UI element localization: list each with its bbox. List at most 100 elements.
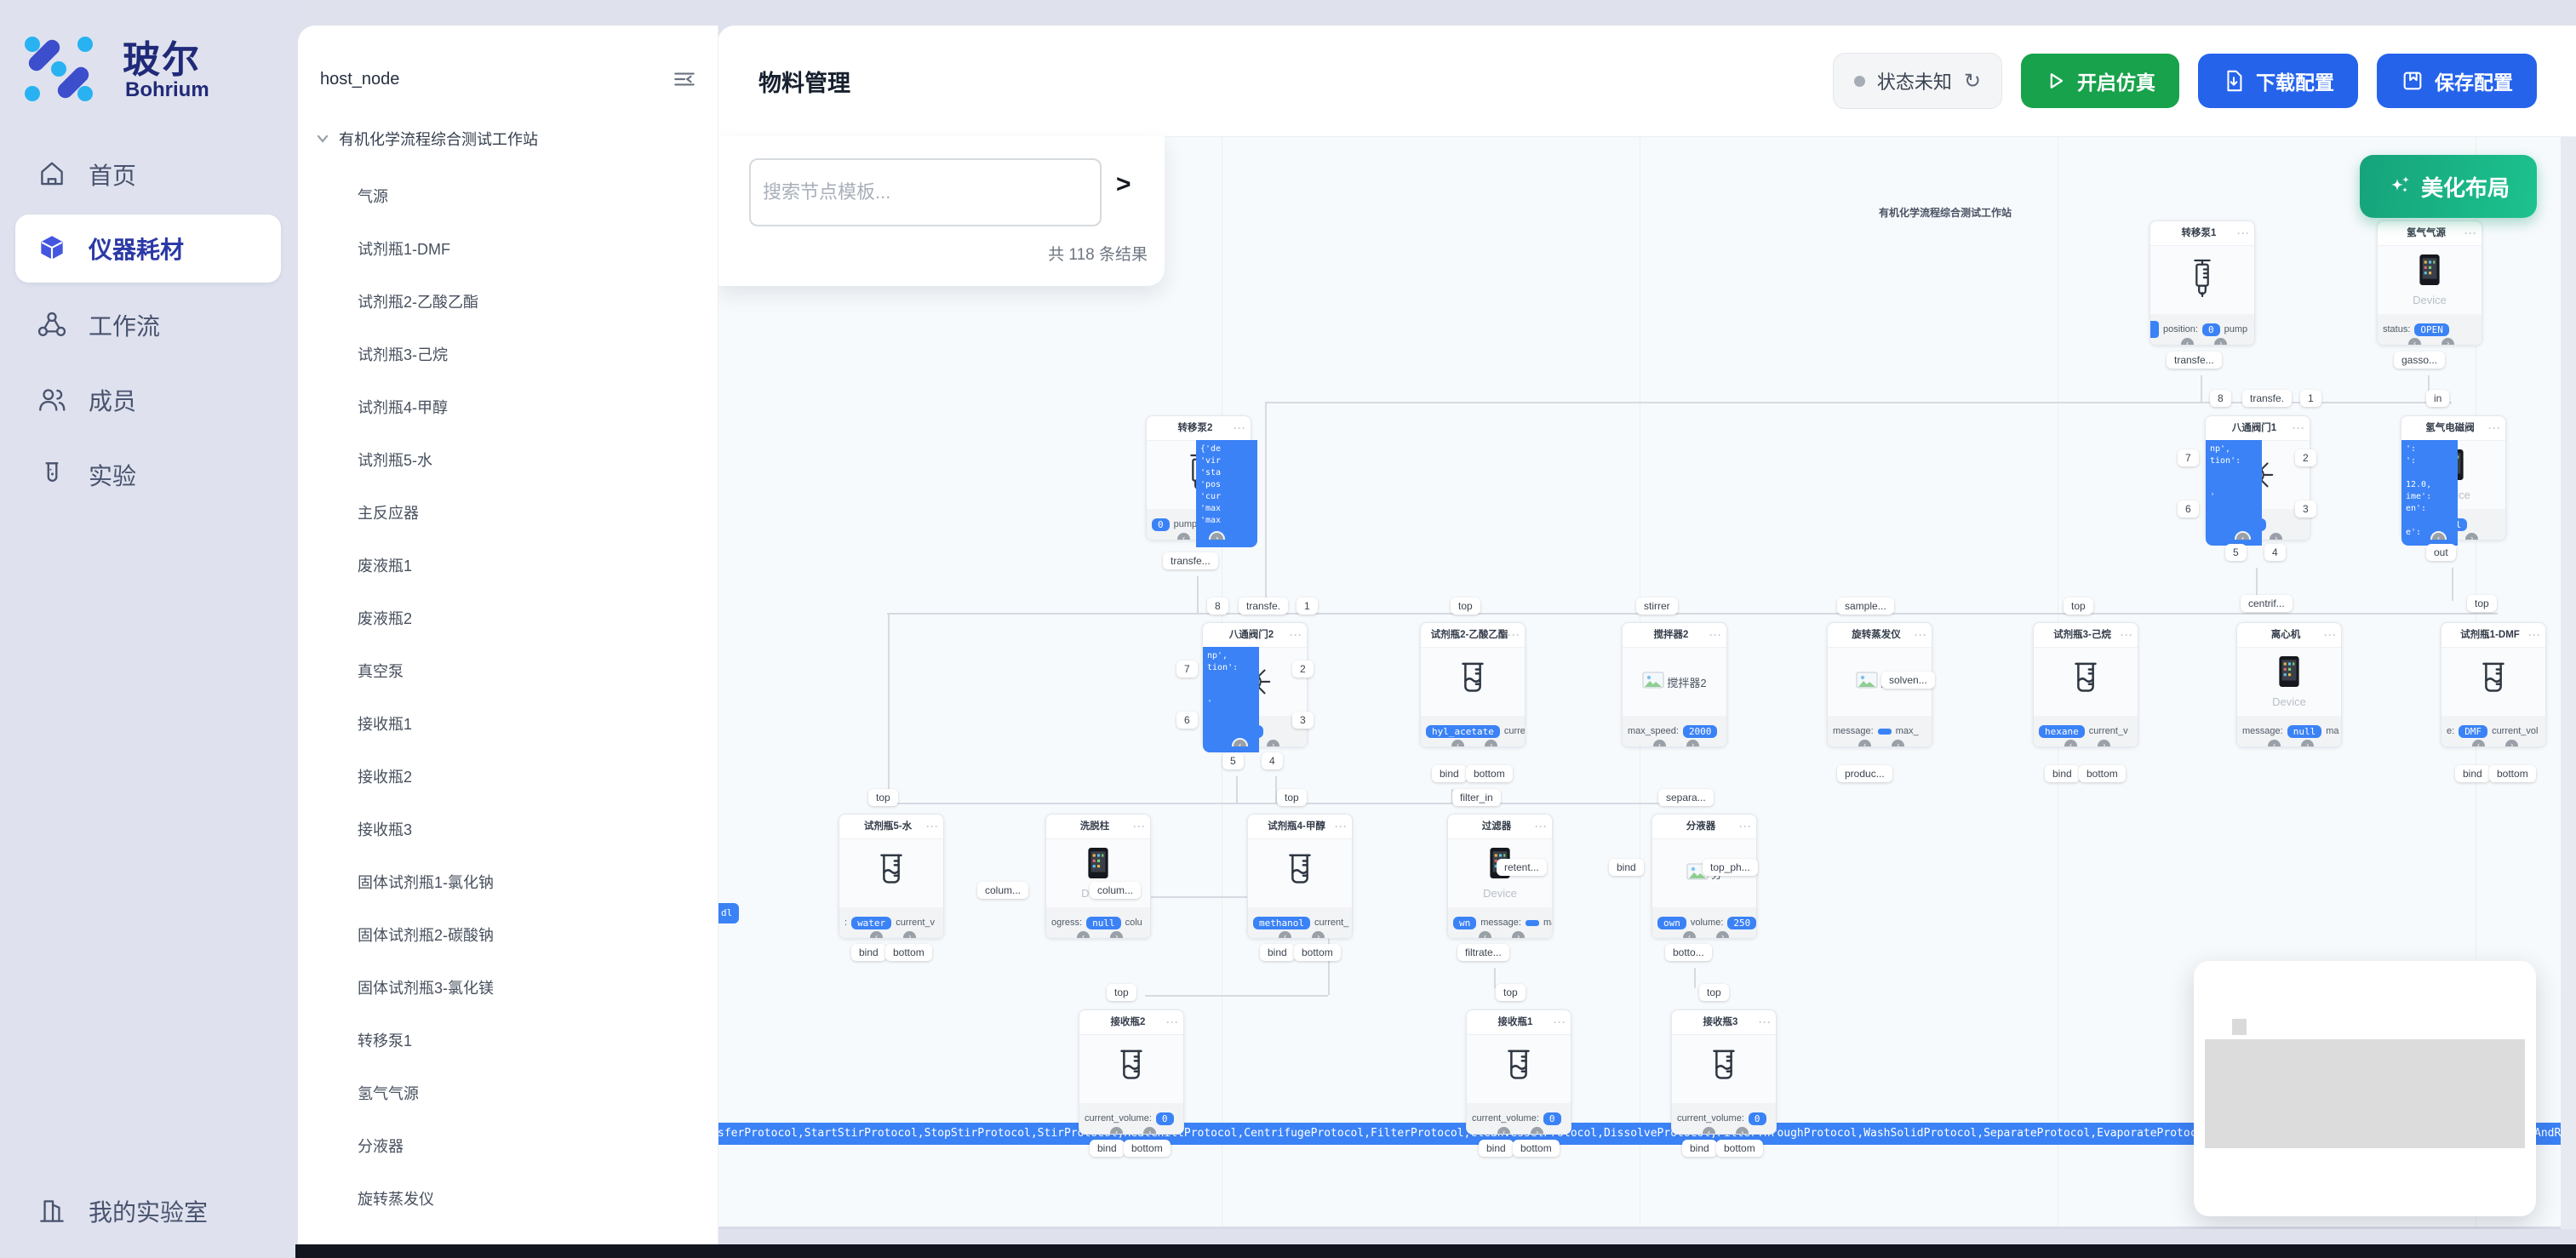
connector-dot[interactable]: ‹: [1857, 738, 1873, 746]
port-pill[interactable]: 1: [1297, 598, 1318, 615]
flow-node-valve1[interactable]: 八通阀门1···status:Id‹›np', tion': ': [2205, 415, 2310, 540]
port-pill[interactable]: produc...: [1837, 765, 1892, 782]
port-pill[interactable]: transfe...: [2167, 352, 2222, 369]
connector-dot[interactable]: ›: [1734, 1125, 1750, 1134]
flow-node-bottle5[interactable]: 试剂瓶5-水···:watercurrent_v‹›: [839, 814, 944, 939]
port-pill[interactable]: bottom: [1124, 1140, 1171, 1157]
port-pill[interactable]: bottom: [1294, 944, 1341, 961]
sidebar-item-experiment[interactable]: 实验: [0, 441, 298, 509]
port-pill[interactable]: 7: [2178, 449, 2199, 466]
port-pill[interactable]: solven...: [1881, 672, 1935, 689]
flow-node-stirrer2[interactable]: 搅拌器2···搅拌器2max_speed:2000‹›: [1622, 622, 1727, 747]
port-pill[interactable]: 1: [2300, 390, 2321, 407]
port-pill[interactable]: 5: [1222, 752, 1244, 769]
port-pill[interactable]: 2: [2295, 449, 2316, 466]
connector-dot[interactable]: ›: [1310, 929, 1326, 938]
flow-node-pump1[interactable]: 转移泵1···position:0pump‹›: [2150, 220, 2255, 346]
port-pill[interactable]: top_ph...: [1703, 859, 1758, 876]
port-pill[interactable]: top: [2467, 595, 2497, 612]
flow-node-recv3[interactable]: 接收瓶3···current_volume:0‹›: [1671, 1009, 1777, 1135]
tree-item[interactable]: 固体试剂瓶3-氯化镁: [298, 962, 718, 1015]
more-icon[interactable]: ···: [2528, 623, 2541, 647]
port-pill[interactable]: 4: [1262, 752, 1283, 769]
port-pill[interactable]: bottom: [1716, 1140, 1763, 1157]
port-pill[interactable]: colum...: [1090, 882, 1141, 899]
port-pill[interactable]: 4: [2264, 544, 2286, 561]
port-pill[interactable]: gasso...: [2394, 352, 2445, 369]
tree-item[interactable]: 试剂瓶1-DMF: [298, 223, 718, 276]
connector-dot[interactable]: ›: [2212, 336, 2229, 345]
tree-item[interactable]: 接收瓶2: [298, 751, 718, 803]
port-pill[interactable]: top: [1451, 598, 1480, 615]
connector-dot[interactable]: ›: [2504, 738, 2520, 746]
more-icon[interactable]: ···: [1133, 815, 1146, 838]
port-pill[interactable]: botto...: [1665, 944, 1712, 961]
port-pill[interactable]: bind: [1609, 859, 1644, 876]
port-pill[interactable]: bind: [1432, 765, 1467, 782]
connector-dot[interactable]: ‹: [2266, 738, 2282, 746]
port-pill[interactable]: bind: [2045, 765, 2080, 782]
port-pill[interactable]: bind: [1682, 1140, 1717, 1157]
port-pill[interactable]: top: [1277, 789, 1307, 806]
more-icon[interactable]: ···: [1290, 623, 1302, 647]
flow-node-recv2[interactable]: 接收瓶2···current_volume:0‹›: [1079, 1009, 1184, 1135]
tree-item[interactable]: 试剂瓶3-己烷: [298, 329, 718, 381]
search-input[interactable]: [749, 158, 1102, 226]
flow-node-recv1[interactable]: 接收瓶1···current_volume:0‹›: [1466, 1009, 1571, 1135]
tree-item[interactable]: 接收瓶3: [298, 803, 718, 856]
connector-dot[interactable]: ‹: [1176, 531, 1192, 540]
tree-item[interactable]: 试剂瓶2-乙酸乙酯: [298, 276, 718, 329]
port-pill[interactable]: transfe...: [1163, 552, 1218, 569]
connector-dot[interactable]: ‹: [1477, 929, 1493, 938]
more-icon[interactable]: ···: [1508, 623, 1520, 647]
connector-dot[interactable]: ‹: [1681, 929, 1697, 938]
port-pill[interactable]: top: [2064, 598, 2093, 615]
port-pill[interactable]: bottom: [1513, 1140, 1560, 1157]
flow-node-h2valve[interactable]: 氢气电磁阀···Devicestatus:nul‹›': ': 12.0, im…: [2401, 415, 2506, 540]
flow-node-column[interactable]: 洗脱柱···Deviceogress:nullcolu‹›: [1045, 814, 1151, 939]
connector-dot[interactable]: ›: [1714, 929, 1731, 938]
port-pill[interactable]: 5: [2225, 544, 2247, 561]
port-pill[interactable]: bind: [1479, 1140, 1514, 1157]
connector-dot[interactable]: ‹: [2470, 738, 2487, 746]
port-pill[interactable]: top: [868, 789, 898, 806]
port-pill[interactable]: 3: [1292, 712, 1314, 729]
port-pill[interactable]: in: [2426, 390, 2449, 407]
port-pill[interactable]: bottom: [1466, 765, 1513, 782]
flow-node-centrifuge[interactable]: 离心机···Devicemessage:nullma‹›: [2236, 622, 2342, 747]
port-pill[interactable]: top: [1496, 984, 1526, 1001]
port-pill[interactable]: bind: [1090, 1140, 1125, 1157]
connector-dot[interactable]: ›: [2096, 738, 2112, 746]
more-icon[interactable]: ···: [1915, 623, 1927, 647]
canvas-scrollbar[interactable]: [2561, 137, 2576, 1229]
port-pill[interactable]: retent...: [1497, 859, 1547, 876]
more-icon[interactable]: ···: [2324, 623, 2337, 647]
sidebar-item-cube[interactable]: 仪器耗材: [0, 214, 298, 283]
download-config-button[interactable]: 下载配置: [2198, 54, 2358, 108]
more-icon[interactable]: ···: [1759, 1010, 1772, 1034]
more-icon[interactable]: ···: [926, 815, 939, 838]
connector-dot[interactable]: ›: [902, 929, 918, 938]
tree-item[interactable]: 分液器: [298, 1120, 718, 1173]
beautify-layout-button[interactable]: 美化布局: [2360, 155, 2537, 218]
more-icon[interactable]: ···: [2464, 221, 2477, 245]
more-icon[interactable]: ···: [1709, 623, 1722, 647]
connector-dot[interactable]: ›: [2440, 336, 2456, 345]
port-pill[interactable]: stirrer: [1636, 598, 1678, 615]
port-pill[interactable]: separa...: [1658, 789, 1714, 806]
flow-node-bottle3[interactable]: 试剂瓶3-己烷···hexanecurrent_v‹›: [2033, 622, 2138, 747]
connector-dot[interactable]: ‹: [1108, 1125, 1125, 1134]
connector-dot[interactable]: ›: [1529, 1125, 1545, 1134]
connector-dot[interactable]: ›: [2299, 738, 2316, 746]
more-icon[interactable]: ···: [2488, 416, 2501, 440]
tree-item[interactable]: 试剂瓶5-水: [298, 434, 718, 487]
connector-dot[interactable]: ›: [1890, 738, 1906, 746]
port-pill[interactable]: bind: [2455, 765, 2490, 782]
port-pill[interactable]: top: [1107, 984, 1136, 1001]
status-badge[interactable]: 状态未知 ↻: [1833, 53, 2002, 109]
tree-item[interactable]: 转移泵1: [298, 1015, 718, 1067]
connector-dot[interactable]: ‹: [2179, 336, 2195, 345]
connector-dot[interactable]: ‹: [2407, 336, 2423, 345]
connector-dot[interactable]: ›: [1685, 738, 1701, 746]
port-pill[interactable]: bind: [1260, 944, 1295, 961]
